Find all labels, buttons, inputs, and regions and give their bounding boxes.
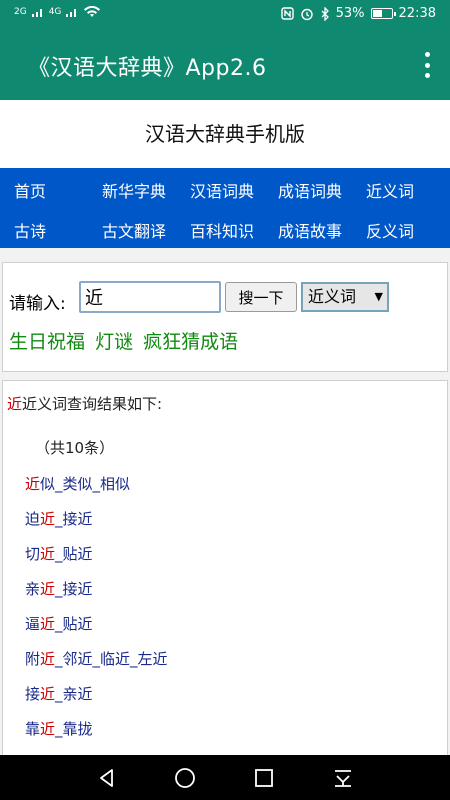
nav-row-1: 首页 新华字典 汉语词典 成语词典 近义词 xyxy=(0,168,450,208)
nav-encyclopedia[interactable]: 百科知识 xyxy=(190,218,254,242)
wifi-icon xyxy=(84,6,101,17)
signal-icon-2 xyxy=(66,9,77,17)
link-riddles[interactable]: 灯谜 xyxy=(95,331,133,353)
result-text: _亲近 xyxy=(55,685,93,703)
nav-row-2: 古诗 古文翻译 百科知识 成语故事 反义词 xyxy=(0,208,450,248)
nav-chinese-dictionary[interactable]: 汉语词典 xyxy=(190,178,254,202)
result-text: 逼 xyxy=(25,615,41,633)
link-crazy-idiom-guess[interactable]: 疯狂猜成语 xyxy=(143,331,238,353)
alarm-icon xyxy=(300,8,313,20)
app-title: 《汉语大辞典》App2.6 xyxy=(28,56,267,81)
link-birthday-wishes[interactable]: 生日祝福 xyxy=(9,331,85,353)
result-keyword: 近 xyxy=(40,685,56,703)
status-time: 22:38 xyxy=(398,6,436,21)
search-input[interactable] xyxy=(79,281,221,313)
result-keyword: 近 xyxy=(40,510,56,528)
results-panel: 近近义词查询结果如下: （共10条） 近似_类似_相似 迫近_接近 切近_贴近 亲近_… xyxy=(2,380,448,760)
result-text: 接 xyxy=(25,685,41,703)
overflow-menu-icon[interactable] xyxy=(422,52,432,78)
result-text: 靠 xyxy=(25,720,41,738)
result-item[interactable]: 迫近_接近 xyxy=(25,508,93,529)
status-bar: 2G 4G 53% 22:38 xyxy=(0,0,450,30)
result-item[interactable]: 附近_邻近_临近_左近 xyxy=(25,648,168,669)
result-text: 似_类似_相似 xyxy=(40,475,131,493)
signal-4g-label: 4G xyxy=(48,7,62,17)
search-type-value: 近义词 xyxy=(308,287,357,306)
nav-idiom-stories[interactable]: 成语故事 xyxy=(278,218,342,242)
nav-xinhua-dictionary[interactable]: 新华字典 xyxy=(102,178,166,202)
result-keyword: 近 xyxy=(40,580,56,598)
status-left: 2G 4G xyxy=(14,6,101,18)
result-keyword: 近 xyxy=(40,720,56,738)
nav-idiom-dictionary[interactable]: 成语词典 xyxy=(278,178,342,202)
nav-home[interactable]: 首页 xyxy=(14,178,46,202)
result-keyword: 近 xyxy=(25,475,41,493)
results-title-text: 近义词查询结果如下: xyxy=(22,395,163,413)
result-text: 迫 xyxy=(25,510,41,528)
results-title: 近近义词查询结果如下: xyxy=(7,393,162,414)
system-nav-bar xyxy=(0,755,450,800)
recents-icon[interactable] xyxy=(253,767,275,789)
result-text: 切 xyxy=(25,545,41,563)
search-type-select[interactable]: 近义词 ▼ xyxy=(301,282,389,312)
result-item[interactable]: 接近_亲近 xyxy=(25,683,93,704)
back-icon[interactable] xyxy=(96,767,118,789)
result-text: _贴近 xyxy=(55,615,93,633)
search-label: 请输入: xyxy=(9,294,66,314)
result-keyword: 近 xyxy=(40,615,56,633)
status-right: 53% 22:38 xyxy=(280,6,436,21)
battery-icon xyxy=(370,8,396,19)
result-text: _靠拢 xyxy=(55,720,93,738)
dropdown-arrow-icon: ▼ xyxy=(374,290,383,303)
main-nav: 首页 新华字典 汉语词典 成语词典 近义词 古诗 古文翻译 百科知识 成语故事 … xyxy=(0,168,450,248)
search-button[interactable]: 搜一下 xyxy=(225,282,297,312)
result-keyword: 近 xyxy=(40,650,56,668)
result-item[interactable]: 近似_类似_相似 xyxy=(25,473,130,494)
nav-synonyms[interactable]: 近义词 xyxy=(366,178,414,202)
result-text: 亲 xyxy=(25,580,41,598)
battery-fill xyxy=(372,10,382,17)
app-bar: 《汉语大辞典》App2.6 xyxy=(0,30,450,100)
result-item[interactable]: 亲近_接近 xyxy=(25,578,93,599)
signal-2g-label: 2G xyxy=(14,7,27,17)
bluetooth-icon xyxy=(321,6,329,21)
nav-ancient-poems[interactable]: 古诗 xyxy=(14,218,46,242)
result-keyword: 近 xyxy=(40,545,56,563)
home-icon[interactable] xyxy=(174,767,196,789)
result-item[interactable]: 逼近_贴近 xyxy=(25,613,93,634)
result-item[interactable]: 切近_贴近 xyxy=(25,543,93,564)
result-item[interactable]: 靠近_靠拢 xyxy=(25,718,93,739)
result-text: 附 xyxy=(25,650,41,668)
result-text: _邻近_临近_左近 xyxy=(55,650,168,668)
battery-percent: 53% xyxy=(335,6,365,21)
results-count: （共10条） xyxy=(35,439,115,457)
nav-classical-translation[interactable]: 古文翻译 xyxy=(102,218,166,242)
nfc-icon xyxy=(280,7,294,20)
nav-antonyms[interactable]: 反义词 xyxy=(366,218,414,242)
site-header: 汉语大辞典手机版 xyxy=(0,100,450,168)
results-keyword: 近 xyxy=(7,395,23,413)
result-text: _接近 xyxy=(55,580,93,598)
signal-icon xyxy=(31,9,42,17)
result-text: _贴近 xyxy=(55,545,93,563)
quick-links: 生日祝福 灯谜 疯狂猜成语 xyxy=(9,327,242,354)
result-text: _接近 xyxy=(55,510,93,528)
notification-pull-icon[interactable] xyxy=(332,767,354,789)
search-panel: 请输入: 搜一下 近义词 ▼ 生日祝福 灯谜 疯狂猜成语 xyxy=(2,262,448,372)
